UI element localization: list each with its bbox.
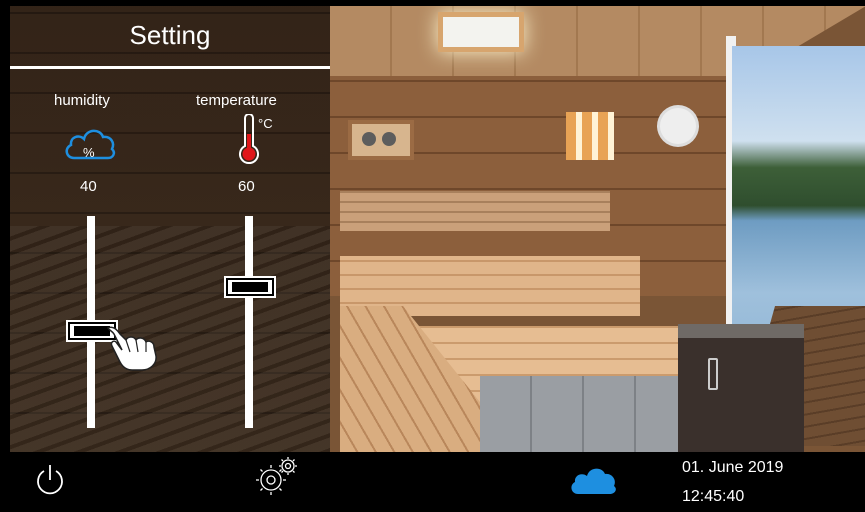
temperature-label: temperature bbox=[196, 92, 277, 109]
humidity-label: humidity bbox=[54, 92, 110, 109]
date-display: 01. June 2019 bbox=[682, 459, 784, 476]
power-icon[interactable] bbox=[34, 463, 66, 497]
temperature-slider-track[interactable] bbox=[245, 216, 253, 428]
cloud-icon[interactable] bbox=[568, 462, 618, 496]
time-display: 12:45:40 bbox=[682, 488, 745, 505]
screen-frame: Setting humidity % 40 temperature °C 60 bbox=[0, 0, 865, 512]
wall-lamp bbox=[566, 112, 614, 160]
settings-gears-icon[interactable] bbox=[254, 456, 300, 496]
temperature-value: 60 bbox=[238, 178, 255, 195]
humidity-unit: % bbox=[83, 145, 95, 160]
page-title: Setting bbox=[129, 20, 211, 50]
sauna-stove bbox=[678, 324, 804, 452]
temperature-slider-thumb[interactable] bbox=[226, 278, 274, 296]
sauna-background: Setting humidity % 40 temperature °C 60 bbox=[10, 6, 865, 452]
wall-speaker bbox=[660, 108, 696, 144]
temperature-unit: °C bbox=[258, 116, 273, 131]
setting-panel: Setting humidity % 40 temperature °C 60 bbox=[10, 6, 330, 452]
pointing-hand-icon bbox=[106, 326, 157, 371]
bottom-bar: 01. June 2019 12:45:40 bbox=[0, 452, 865, 512]
bench-backrest bbox=[340, 191, 610, 231]
title-divider bbox=[10, 66, 330, 69]
humidity-value: 40 bbox=[80, 178, 97, 195]
ceiling-lamp bbox=[438, 12, 524, 52]
hygrometer bbox=[348, 120, 414, 160]
